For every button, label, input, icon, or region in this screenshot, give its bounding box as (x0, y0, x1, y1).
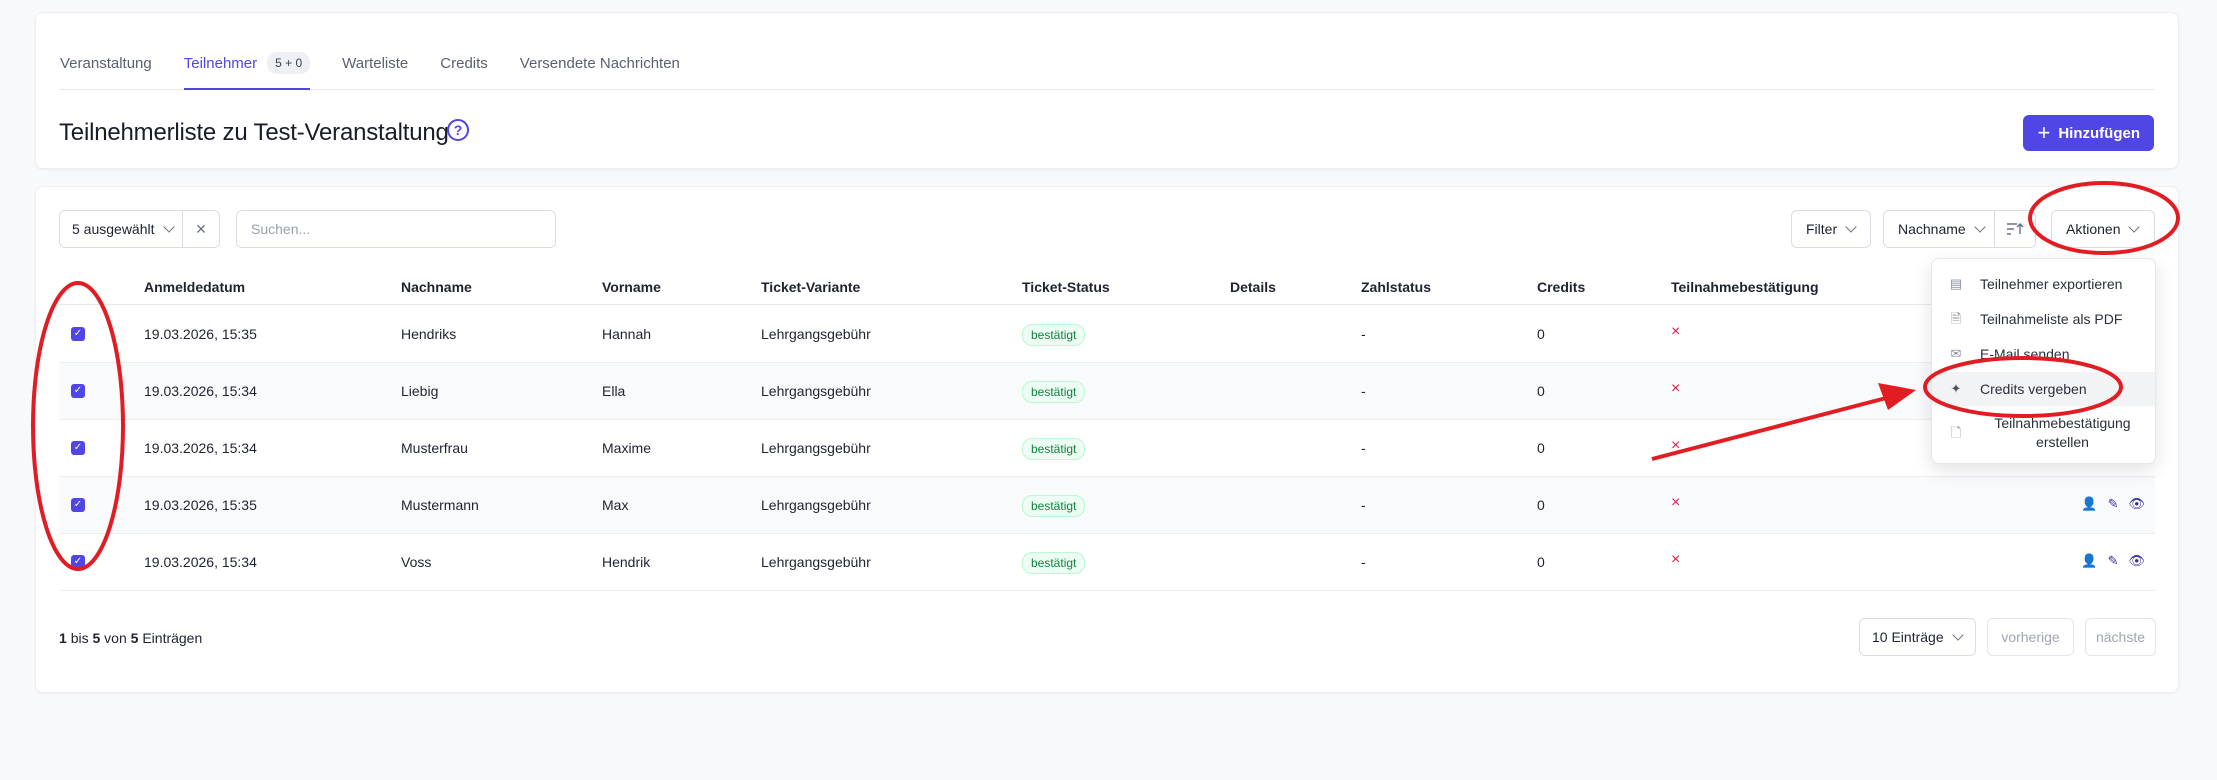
not-confirmed-icon: × (1671, 551, 1681, 568)
help-icon[interactable]: ? (447, 119, 469, 141)
pagination-info: 1 bis 5 von 5 Einträgen (59, 630, 203, 646)
clear-selection-button[interactable]: × (182, 210, 220, 248)
not-confirmed-icon: × (1671, 494, 1681, 511)
add-button[interactable]: + Hinzufügen (2023, 115, 2154, 151)
user-icon[interactable]: 👤 (2081, 496, 2097, 512)
tab-versendete-nachrichten[interactable]: Versendete Nachrichten (520, 37, 680, 89)
previous-page-button[interactable]: vorherige (1987, 618, 2074, 656)
not-confirmed-icon: × (1671, 323, 1681, 340)
close-icon: × (195, 218, 207, 239)
page-size-dropdown[interactable]: 10 Einträge (1859, 618, 1976, 656)
participants-card: 5 ausgewählt × Filter Nachname Aktionen … (35, 186, 2179, 693)
plus-icon: + (2037, 120, 2051, 145)
sort-direction-button[interactable] (1994, 210, 2036, 248)
chevron-down-icon (162, 221, 175, 233)
status-badge: bestätigt (1022, 381, 1086, 403)
menu-item-pdf[interactable]: 🗎 Teilnahmeliste als PDF (1932, 302, 2155, 336)
status-badge: bestätigt (1022, 324, 1086, 346)
row-actions: 👤 ✎ 👁 (2081, 496, 2145, 512)
menu-item-export[interactable]: ▤ Teilnehmer exportieren (1932, 267, 2155, 301)
table-header: Anmeldedatum Nachname Vorname Ticket-Var… (59, 269, 2155, 305)
tab-teilnehmer[interactable]: Teilnehmer 5 + 0 (183, 37, 311, 90)
table-row[interactable]: ✓ 19.03.2026, 15:35 Mustermann Max Lehrg… (59, 477, 2155, 534)
status-badge: bestätigt (1022, 438, 1086, 460)
table-row[interactable]: ✓ 19.03.2026, 15:35 Hendriks Hannah Lehr… (59, 306, 2155, 363)
table-row[interactable]: ✓ 19.03.2026, 15:34 Voss Hendrik Lehrgan… (59, 534, 2155, 591)
tab-count-badge: 5 + 0 (267, 52, 311, 74)
col-anmeldedatum[interactable]: Anmeldedatum (144, 279, 245, 295)
sort-direction-icon (2007, 223, 2024, 235)
col-ticket-status[interactable]: Ticket-Status (1022, 279, 1110, 295)
col-teilnahmebestaetigung[interactable]: Teilnahmebestätigung (1671, 279, 1819, 295)
table-row[interactable]: ✓ 19.03.2026, 15:34 Liebig Ella Lehrgang… (59, 363, 2155, 420)
filter-dropdown[interactable]: Filter (1791, 210, 1871, 248)
status-badge: bestätigt (1022, 552, 1086, 574)
search-field[interactable] (236, 210, 556, 248)
not-confirmed-icon: × (1671, 380, 1681, 397)
user-icon[interactable]: 👤 (2081, 553, 2097, 569)
chevron-down-icon (2128, 221, 2141, 233)
chevron-down-icon (1974, 221, 1986, 233)
file-plus-icon: 🗋 (1950, 425, 1962, 440)
menu-item-email[interactable]: ✉ E-Mail senden (1932, 337, 2155, 371)
view-icon[interactable]: 👁 (2128, 553, 2145, 569)
tab-veranstaltung[interactable]: Veranstaltung (60, 37, 152, 89)
table-icon: ▤ (1949, 276, 1963, 291)
row-checkbox[interactable]: ✓ (71, 327, 85, 341)
actions-menu: ▤ Teilnehmer exportieren 🗎 Teilnahmelist… (1931, 258, 2156, 464)
not-confirmed-icon: × (1671, 437, 1681, 454)
row-checkbox[interactable]: ✓ (71, 498, 85, 512)
chevron-down-icon (1951, 629, 1964, 641)
sparkle-icon: ✦ (1950, 381, 1962, 396)
file-icon: 🗎 (1950, 311, 1962, 326)
page-title: Teilnehmerliste zu Test-Veranstaltung (59, 119, 449, 146)
tab-warteliste[interactable]: Warteliste (342, 37, 408, 89)
col-vorname[interactable]: Vorname (602, 279, 661, 295)
table-row[interactable]: ✓ 19.03.2026, 15:34 Musterfrau Maxime Le… (59, 420, 2155, 477)
header-card: Veranstaltung Teilnehmer 5 + 0 Warteliste… (35, 12, 2179, 169)
view-icon[interactable]: 👁 (2128, 496, 2145, 512)
edit-icon[interactable]: ✎ (2108, 496, 2119, 512)
col-details[interactable]: Details (1230, 279, 1276, 295)
edit-icon[interactable]: ✎ (2108, 553, 2119, 569)
sort-dropdown[interactable]: Nachname (1883, 210, 1995, 248)
col-credits[interactable]: Credits (1537, 279, 1585, 295)
col-ticket-variante[interactable]: Ticket-Variante (761, 279, 860, 295)
menu-item-credits[interactable]: ✦ Credits vergeben (1932, 372, 2155, 406)
chevron-down-icon (1845, 221, 1857, 233)
next-page-button[interactable]: nächste (2085, 618, 2156, 656)
row-checkbox[interactable]: ✓ (71, 384, 85, 398)
tab-bar: Veranstaltung Teilnehmer 5 + 0 Warteliste… (60, 13, 2154, 90)
search-input[interactable] (251, 221, 541, 237)
status-badge: bestätigt (1022, 495, 1086, 517)
row-actions: 👤 ✎ 👁 (2081, 553, 2145, 569)
row-checkbox[interactable]: ✓ (71, 441, 85, 455)
col-zahlstatus[interactable]: Zahlstatus (1361, 279, 1431, 295)
actions-dropdown[interactable]: Aktionen (2051, 210, 2155, 248)
tab-credits[interactable]: Credits (440, 37, 488, 89)
mail-icon: ✉ (1950, 346, 1962, 361)
selection-dropdown[interactable]: 5 ausgewählt (59, 210, 183, 248)
col-nachname[interactable]: Nachname (401, 279, 472, 295)
menu-item-confirmation[interactable]: 🗋 Teilnahmebestätigung erstellen (1932, 409, 2155, 457)
row-checkbox[interactable]: ✓ (71, 555, 85, 569)
